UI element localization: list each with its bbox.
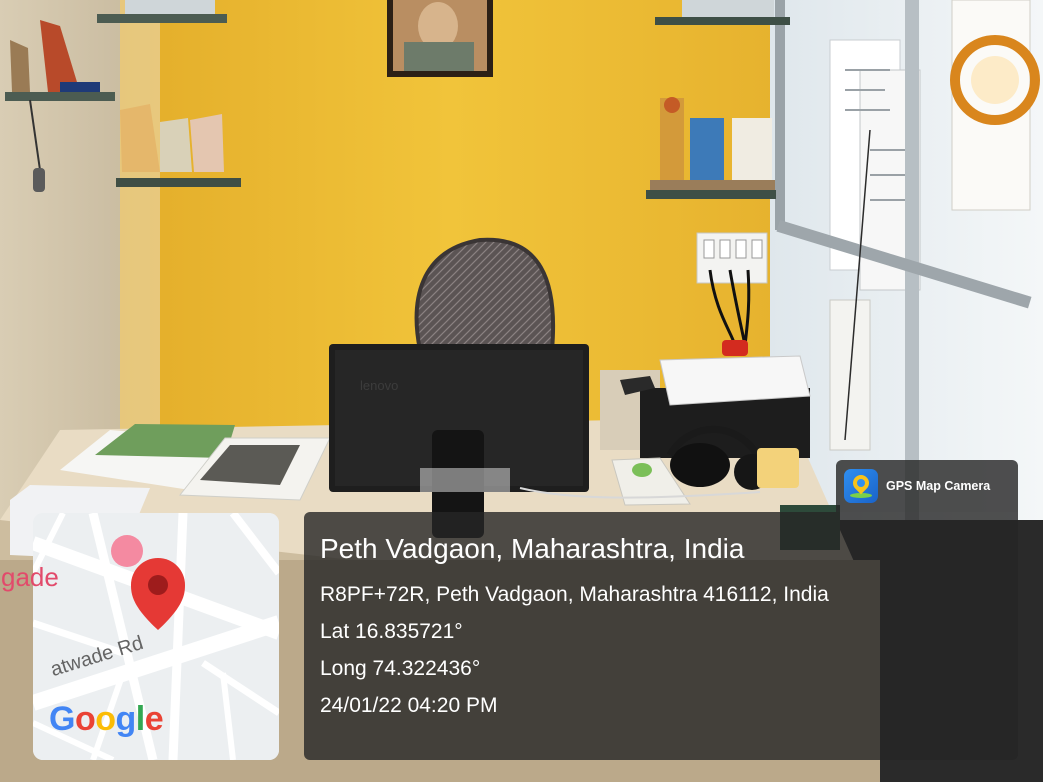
shelf-trophies-right bbox=[646, 190, 776, 199]
shelf-top-left bbox=[97, 14, 227, 23]
latitude: Lat 16.835721° bbox=[320, 620, 463, 643]
monitor-brand: lenovo bbox=[360, 378, 398, 393]
shelf-trophies-left bbox=[116, 178, 241, 187]
longitude: Long 74.322436° bbox=[320, 657, 481, 680]
timestamp: 24/01/22 04:20 PM bbox=[320, 694, 498, 717]
gps-map-camera-badge: GPS Map Camera bbox=[836, 460, 1018, 512]
map-place-label: gade bbox=[1, 562, 59, 592]
google-logo: Google bbox=[49, 700, 164, 738]
gps-camera-app-icon bbox=[844, 469, 878, 503]
headphones bbox=[670, 443, 730, 487]
location-title: Peth Vadgaon, Maharashtra, India bbox=[320, 533, 745, 564]
office-photo: lenovo gade atwade Rd Google GPS Map Cam… bbox=[0, 0, 1043, 782]
location-info-panel: Peth Vadgaon, Maharashtra, India R8PF+72… bbox=[304, 512, 1018, 760]
gps-badge-label: GPS Map Camera bbox=[886, 479, 991, 493]
location-address: R8PF+72R, Peth Vadgaon, Maharashtra 4161… bbox=[320, 583, 829, 606]
